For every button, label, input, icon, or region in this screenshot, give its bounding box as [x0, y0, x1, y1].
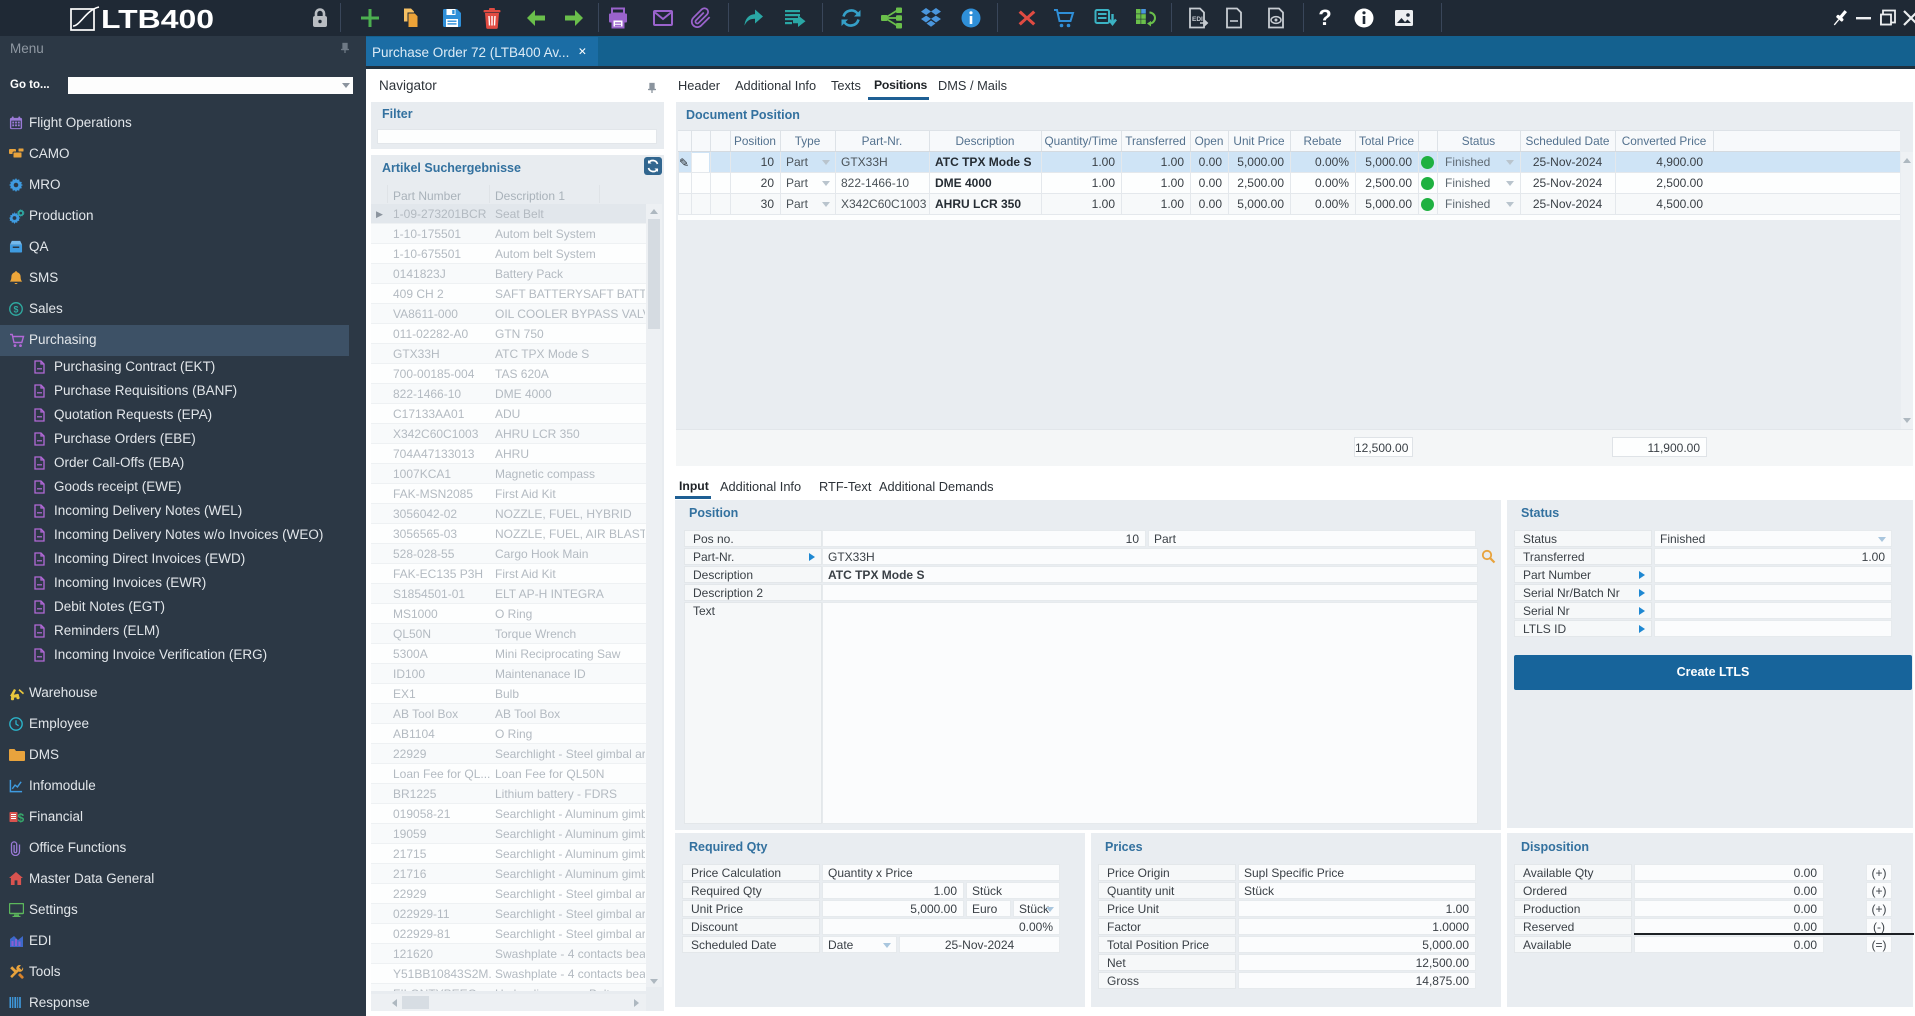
svg-text:?: ? [1318, 6, 1331, 30]
svg-text:$: $ [14, 304, 19, 314]
svg-text:LTB400: LTB400 [101, 4, 214, 32]
svg-text:EDI: EDI [1192, 16, 1203, 23]
svg-text:$: $ [18, 811, 25, 824]
